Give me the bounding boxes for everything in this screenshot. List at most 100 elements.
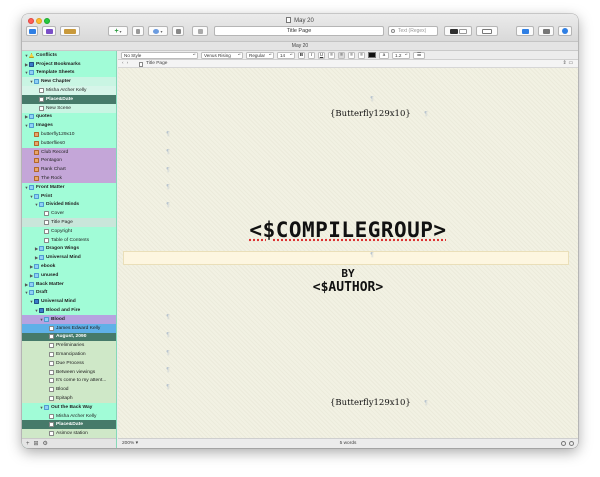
doc-icon xyxy=(44,228,49,234)
binder-item[interactable]: Place&Date xyxy=(22,94,116,104)
binder-item[interactable]: Asimov station xyxy=(22,429,116,439)
binder-item[interactable]: Blood xyxy=(22,385,116,395)
binder-item[interactable]: Between viewings xyxy=(22,367,116,377)
binder-item[interactable]: ▶ unused xyxy=(22,271,116,280)
snapshot-button[interactable] xyxy=(538,26,554,36)
target-icon[interactable] xyxy=(561,441,566,446)
quick-reference-button[interactable] xyxy=(42,26,56,36)
underline-button[interactable]: U xyxy=(318,51,325,59)
date-strip: May 20 xyxy=(22,42,578,51)
settings-icon[interactable] xyxy=(569,441,574,446)
binder-item[interactable]: ▼ New Chapter xyxy=(22,77,116,87)
gear-icon[interactable]: ⚙ xyxy=(43,440,48,447)
binder-item[interactable]: butterfly129x10 xyxy=(22,130,116,139)
binder-item[interactable]: ▶ Back Matter xyxy=(22,280,116,289)
binder-item[interactable]: ▼ Front Matter xyxy=(22,183,116,192)
binder-item[interactable]: The Rock xyxy=(22,174,116,183)
binder-item[interactable]: Copyright xyxy=(22,227,116,236)
binder-item[interactable]: ▼ Divided Minds xyxy=(22,201,116,210)
img-icon xyxy=(34,176,39,182)
binder-item[interactable]: Title Page xyxy=(22,218,116,227)
binder-item[interactable]: Preliminaries xyxy=(22,341,116,351)
binder-item[interactable]: Epitaph xyxy=(22,394,116,403)
edit-note-button[interactable] xyxy=(172,26,184,36)
justify-button[interactable]: ≡ xyxy=(358,51,365,59)
binder-item-label: Blood xyxy=(56,387,69,393)
add-item-button[interactable]: + ▾ xyxy=(108,26,128,36)
trash-button[interactable] xyxy=(132,26,144,36)
bookmark-button[interactable] xyxy=(192,26,208,36)
align-center-button[interactable]: ≡ xyxy=(338,51,345,59)
binder-item[interactable]: Pentagon xyxy=(22,156,116,166)
italic-button[interactable]: I xyxy=(308,51,315,59)
binder-item[interactable]: ▼ Draft xyxy=(22,289,116,298)
binder-item-label: Table of Contents xyxy=(51,237,90,243)
split-editor-icon[interactable]: ⇕▭ xyxy=(562,60,575,68)
font-weight-select[interactable]: Regular xyxy=(246,51,274,59)
list-style-button[interactable]: ☰ xyxy=(413,51,425,59)
binder-item[interactable]: It's come to my attent... xyxy=(22,376,116,386)
binder-item[interactable]: Misha Archer Kelly xyxy=(22,86,116,95)
bold-button[interactable]: B xyxy=(298,51,305,59)
binder-item[interactable]: New Scene xyxy=(22,103,116,113)
style-select[interactable]: No Style xyxy=(121,51,198,59)
binder-item[interactable]: ▶ ebook xyxy=(22,262,116,271)
binder-item[interactable]: Table of Contents xyxy=(22,236,116,245)
binder-item[interactable]: ▶ Universal Mind xyxy=(22,253,116,262)
composition-mode-button[interactable] xyxy=(60,26,80,36)
font-size-select[interactable]: 14 xyxy=(277,51,295,59)
doc-icon xyxy=(49,395,54,401)
line-spacing-select[interactable]: 1.2 xyxy=(392,51,410,59)
binder-item[interactable]: ▼ Print xyxy=(22,192,116,201)
doc-icon xyxy=(44,220,49,226)
binder-item[interactable]: ▼ Template Sheets xyxy=(22,69,116,78)
binder-item[interactable]: ▼ Images xyxy=(22,121,116,130)
text-color-swatch[interactable] xyxy=(368,52,376,58)
binder-item[interactable]: ▼ Blood and Fire xyxy=(22,306,116,315)
pilcrow: ¶ xyxy=(166,167,170,174)
align-right-button[interactable]: ≡ xyxy=(348,51,355,59)
binder-item[interactable]: butterflies0 xyxy=(22,139,116,148)
binder-item-label: Blood xyxy=(51,316,65,322)
view-mode-group[interactable] xyxy=(444,26,472,36)
binder-item[interactable]: Place&Date xyxy=(22,420,116,430)
inspector-button[interactable] xyxy=(558,26,572,36)
pilcrow: ¶ xyxy=(166,350,170,357)
disclosure-triangle-icon[interactable]: ▼ xyxy=(24,53,29,58)
doc-icon xyxy=(49,369,54,375)
book-icon xyxy=(29,61,34,67)
align-left-button[interactable]: ≡ xyxy=(328,51,335,59)
binder-item[interactable]: ▶ quotes xyxy=(22,113,116,122)
binder-item[interactable]: ▶ Dragon Wings xyxy=(22,245,116,254)
binder-item[interactable]: ▼ Universal Mind xyxy=(22,297,116,306)
binder-item[interactable]: ▼ Out the Back Way xyxy=(22,403,116,412)
history-nav[interactable]: ‹› xyxy=(122,60,131,68)
binder-item[interactable]: ▼ Blood xyxy=(22,314,116,324)
binder-item[interactable]: Cover xyxy=(22,209,116,218)
text-editor[interactable]: ¶ {Butterfly129x10} ¶ ¶ ¶ ¶ ¶ ¶ <$COMPIL… xyxy=(118,68,578,438)
folder-icon xyxy=(29,70,34,76)
inspector-comments-button[interactable] xyxy=(516,26,534,36)
binder-item[interactable]: ▶ Project Bookmarks xyxy=(22,60,116,69)
binder-item-label: Project Bookmarks xyxy=(36,61,81,67)
window-title-text: May 20 xyxy=(294,18,314,24)
binder-item[interactable]: Due Process xyxy=(22,358,116,368)
binder-item[interactable]: August, 2090 xyxy=(22,332,116,342)
add-folder-icon[interactable]: ⊞ xyxy=(34,440,39,447)
document-title-field[interactable]: Title Page xyxy=(214,26,384,36)
search-field[interactable]: Text (Regex) xyxy=(388,26,438,36)
folder-icon xyxy=(44,316,49,322)
highlight-color-button[interactable]: a xyxy=(379,51,389,59)
compile-button[interactable] xyxy=(476,26,498,36)
binder-item[interactable]: Misha Archer Kelly xyxy=(22,412,116,421)
sidebar-icon xyxy=(28,28,36,34)
binder-toggle-button[interactable] xyxy=(26,26,38,36)
binder-item[interactable]: Emancipation xyxy=(22,350,116,359)
font-family-select[interactable]: Venus Rising xyxy=(201,51,243,59)
label-menu-button[interactable]: ▾ xyxy=(148,26,168,36)
binder-item[interactable]: James Edward Kelly xyxy=(22,323,116,333)
binder-item[interactable]: ▼ Conflicts xyxy=(22,51,116,60)
binder-item[interactable]: Club Record xyxy=(22,147,116,157)
add-icon[interactable]: + xyxy=(26,441,30,447)
binder-item[interactable]: Rank Chart xyxy=(22,165,116,175)
